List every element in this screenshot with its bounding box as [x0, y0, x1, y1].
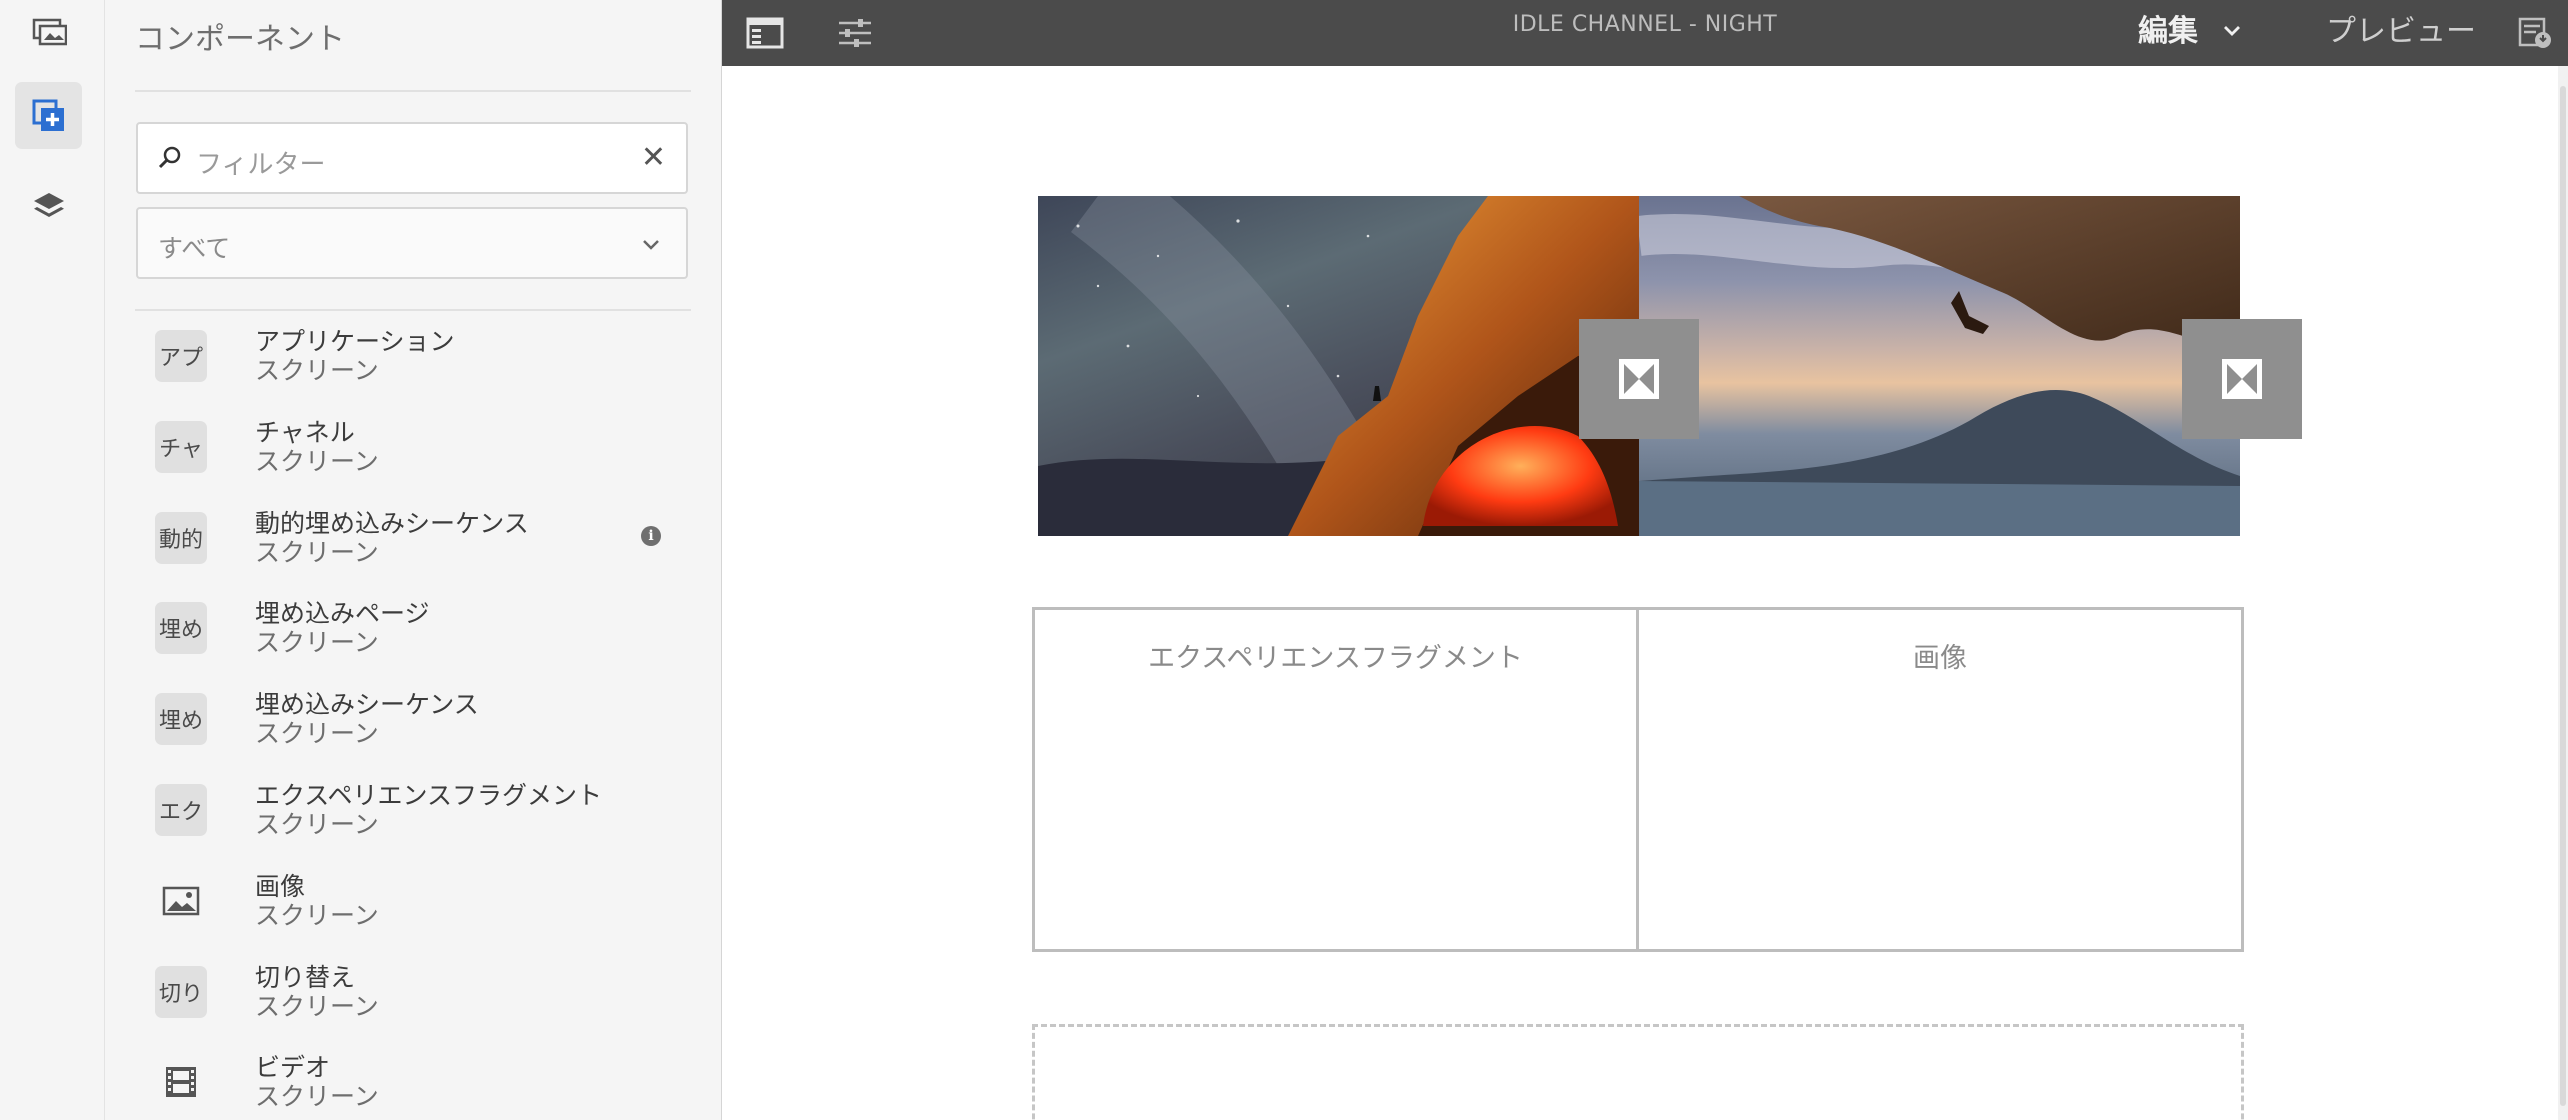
category-select[interactable]: すべて [136, 207, 688, 279]
component-item-embedded-page[interactable]: 埋め 埋め込みページ スクリーン [135, 590, 695, 681]
image-placeholder[interactable] [2182, 319, 2302, 439]
side-rail [0, 0, 105, 1120]
editor-toolbar: IDLE CHANNEL - NIGHT 編集 プレビュー [722, 0, 2568, 66]
component-abbr-badge: 切り [155, 965, 207, 1018]
panel-title: コンポーネント [135, 22, 345, 57]
cliff-climber-image[interactable] [1639, 196, 2240, 536]
page-info-icon [2518, 17, 2551, 48]
layout-grid[interactable]: エクスペリエンスフラグメント 画像 [1032, 607, 2244, 952]
canvas-scrollbar[interactable] [2558, 66, 2568, 1120]
add-component-icon [32, 99, 64, 131]
publish-button[interactable] [2512, 10, 2558, 56]
component-item-image[interactable]: 画像 スクリーン [135, 863, 695, 954]
panel-divider [135, 309, 691, 311]
component-group: スクリーン [255, 628, 379, 658]
category-value: すべて [158, 234, 231, 263]
component-abbr-badge: アプ [155, 330, 207, 382]
component-group: スクリーン [255, 809, 379, 839]
cliff-climber-picture [1639, 196, 2240, 536]
search-icon [158, 146, 181, 169]
component-abbr-badge: 動的 [155, 511, 207, 564]
filter-placeholder: フィルター [196, 150, 326, 180]
preview-button[interactable]: プレビュー [2326, 6, 2476, 50]
component-abbr-badge: 埋め [155, 602, 207, 655]
grid-cell-image[interactable]: 画像 [1639, 610, 2241, 949]
image-icon [155, 875, 207, 927]
layers-button[interactable] [15, 173, 82, 240]
component-item-video[interactable]: ビデオ スクリーン [135, 1044, 695, 1120]
night-camping-image[interactable] [1038, 196, 1639, 536]
layers-icon [33, 192, 64, 217]
filter-input[interactable]: フィルター ✕ [136, 122, 688, 194]
component-group: スクリーン [255, 537, 379, 567]
scrollbar-thumb[interactable] [2560, 86, 2566, 1106]
component-item-channel[interactable]: チャ チャネル スクリーン [135, 409, 695, 500]
missing-image-icon [1619, 359, 1659, 399]
component-group: スクリーン [255, 991, 379, 1021]
grid-cell-label: エクスペリエンスフラグメント [1148, 643, 1523, 674]
chevron-down-icon [643, 240, 659, 250]
night-camping-picture [1038, 196, 1639, 536]
component-abbr-badge: 埋め [155, 693, 207, 746]
component-item-embedded-sequence[interactable]: 埋め 埋め込みシーケンス スクリーン [135, 681, 695, 772]
components-button[interactable] [15, 82, 82, 149]
editor-canvas: エクスペリエンスフラグメント 画像 [722, 66, 2568, 1120]
panel-divider [135, 90, 691, 92]
drop-zone[interactable] [1032, 1024, 2244, 1120]
component-item-switch[interactable]: 切り 切り替え スクリーン [135, 954, 695, 1045]
component-group: スクリーン [255, 719, 379, 749]
assets-icon [32, 18, 67, 45]
component-abbr-badge: チャ [155, 420, 207, 473]
image-placeholder[interactable] [1579, 319, 1699, 439]
clear-icon[interactable]: ✕ [641, 140, 666, 175]
mode-selector[interactable]: 編集 [2138, 6, 2198, 50]
grid-cell-label: 画像 [1913, 643, 1967, 674]
components-panel: コンポーネント フィルター ✕ すべて アプ アプリケーション スクリーン チャ… [105, 0, 722, 1120]
page-title: IDLE CHANNEL - NIGHT [1512, 12, 1778, 37]
component-group: スクリーン [255, 356, 379, 385]
component-item-application[interactable]: アプ アプリケーション スクリーン [135, 318, 695, 409]
component-abbr-badge: エク [155, 783, 207, 836]
component-item-dynamic-embedded-sequence[interactable]: 動的 動的埋め込みシーケンス スクリーン i [135, 500, 695, 591]
component-group: スクリーン [255, 900, 379, 930]
component-group: スクリーン [255, 1082, 379, 1112]
component-list: アプ アプリケーション スクリーン チャ チャネル スクリーン 動的 動的埋め込… [135, 318, 695, 1120]
missing-image-icon [2222, 359, 2262, 399]
chevron-down-icon[interactable] [2222, 20, 2242, 40]
film-icon [155, 1056, 207, 1108]
component-group: スクリーン [255, 446, 379, 476]
grid-cell-experience-fragment[interactable]: エクスペリエンスフラグメント [1035, 610, 1639, 949]
component-item-experience-fragment[interactable]: エク エクスペリエンスフラグメント スクリーン [135, 772, 695, 863]
info-icon[interactable]: i [641, 525, 661, 546]
assets-button[interactable] [15, 0, 82, 67]
